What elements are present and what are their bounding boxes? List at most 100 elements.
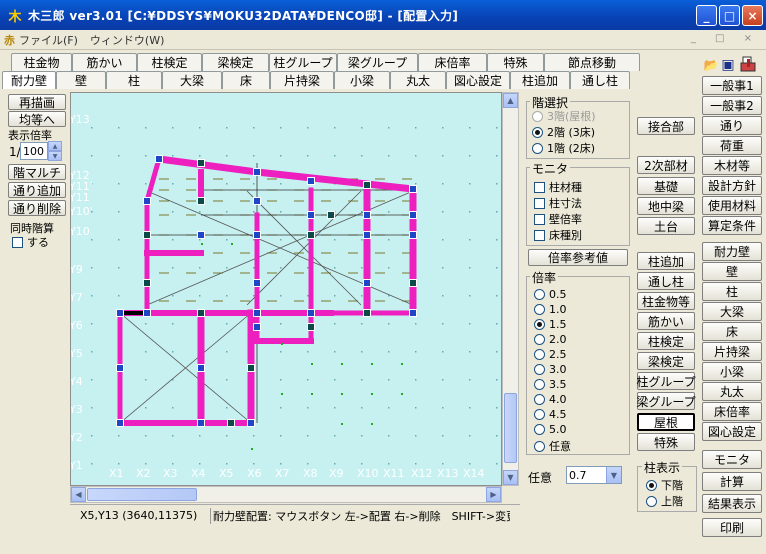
- column-display-option-0[interactable]: 下階: [646, 477, 683, 493]
- right-button-15[interactable]: 丸太: [702, 382, 762, 401]
- mid-button-4[interactable]: 土台: [637, 217, 695, 235]
- right-button-0[interactable]: 一般事1: [702, 76, 762, 95]
- right-button-21[interactable]: 印刷: [702, 518, 762, 537]
- mid-button-7[interactable]: 柱金物等: [637, 292, 695, 310]
- ratio-reference-button[interactable]: 倍率参考値: [528, 249, 628, 266]
- monitor-option-2[interactable]: 壁倍率: [534, 211, 582, 227]
- floor-multi-button[interactable]: 階マルチ: [8, 164, 66, 180]
- tab2-4[interactable]: 床: [222, 71, 270, 89]
- right-button-10[interactable]: 柱: [702, 282, 762, 301]
- tab-6[interactable]: 床倍率: [418, 53, 487, 71]
- right-button-12[interactable]: 床: [702, 322, 762, 341]
- mid-button-6[interactable]: 通し柱: [637, 272, 695, 290]
- mid-button-14[interactable]: 特殊: [637, 433, 695, 451]
- mid-button-1[interactable]: 2次部材: [637, 156, 695, 174]
- mid-button-5[interactable]: 柱追加: [637, 252, 695, 270]
- tab2-7[interactable]: 丸太: [390, 71, 446, 89]
- ratio-option-5[interactable]: 3.0: [534, 363, 567, 376]
- horizontal-scrollbar[interactable]: ◀ ▶: [70, 486, 502, 503]
- column-display-option-1[interactable]: 上階: [646, 493, 683, 509]
- mid-button-8[interactable]: 筋かい: [637, 312, 695, 330]
- right-button-1[interactable]: 一般事2: [702, 96, 762, 115]
- vertical-scroll-thumb[interactable]: [504, 393, 517, 463]
- right-button-3[interactable]: 荷重: [702, 136, 762, 155]
- maximize-button[interactable]: □: [719, 5, 740, 26]
- print-icon[interactable]: [737, 55, 759, 75]
- scale-up-icon[interactable]: ▲: [48, 141, 62, 151]
- tab2-0[interactable]: 耐力壁: [2, 71, 56, 89]
- scroll-down-icon[interactable]: ▼: [503, 470, 518, 485]
- tab-4[interactable]: 柱グループ: [269, 53, 337, 71]
- vertical-scrollbar[interactable]: ▲ ▼: [502, 92, 519, 486]
- scroll-up-icon[interactable]: ▲: [503, 93, 518, 108]
- floor-option-1[interactable]: 2階 (3床): [532, 124, 595, 140]
- right-button-20[interactable]: 結果表示: [702, 494, 762, 513]
- mid-button-9[interactable]: 柱検定: [637, 332, 695, 350]
- mid-button-10[interactable]: 梁検定: [637, 352, 695, 370]
- tab2-8[interactable]: 図心設定: [446, 71, 510, 89]
- ratio-option-9[interactable]: 5.0: [534, 423, 567, 436]
- tab2-9[interactable]: 柱追加: [510, 71, 570, 89]
- tab2-6[interactable]: 小梁: [334, 71, 390, 89]
- tab-2[interactable]: 柱検定: [137, 53, 202, 71]
- right-button-5[interactable]: 設計方針: [702, 176, 762, 195]
- tab2-3[interactable]: 大梁: [162, 71, 222, 89]
- tab-7[interactable]: 特殊: [487, 53, 544, 71]
- right-button-9[interactable]: 壁: [702, 262, 762, 281]
- minimize-button[interactable]: _: [696, 5, 717, 26]
- ratio-option-6[interactable]: 3.5: [534, 378, 567, 391]
- tab-8[interactable]: 節点移動: [544, 53, 640, 71]
- ratio-option-7[interactable]: 4.0: [534, 393, 567, 406]
- tab-1[interactable]: 筋かい: [72, 53, 137, 71]
- ratio-option-4[interactable]: 2.5: [534, 348, 567, 361]
- ratio-option-1[interactable]: 1.0: [534, 303, 567, 316]
- floor-plan-svg[interactable]: Y13Y12Y11'Y11Y10'Y10Y9Y7Y6Y5Y4Y3Y2Y1X1X2…: [71, 93, 502, 486]
- mid-button-2[interactable]: 基礎: [637, 177, 695, 195]
- mid-button-13[interactable]: 屋根: [637, 413, 695, 431]
- tab2-2[interactable]: 柱: [106, 71, 162, 89]
- scale-input[interactable]: 100: [20, 142, 48, 160]
- mid-button-11[interactable]: 柱グループ: [636, 372, 696, 390]
- add-line-button[interactable]: 通り追加: [8, 182, 66, 198]
- arbitrary-ratio-select[interactable]: 0.7 ▼: [566, 466, 622, 484]
- right-button-13[interactable]: 片持梁: [702, 342, 762, 361]
- dropdown-icon[interactable]: ▼: [606, 467, 621, 483]
- delete-line-button[interactable]: 通り削除: [8, 200, 66, 216]
- monitor-option-3[interactable]: 床種別: [534, 227, 582, 243]
- tab2-1[interactable]: 壁: [56, 71, 106, 89]
- menu-file[interactable]: ファイル(F): [19, 32, 78, 48]
- floor-option-2[interactable]: 1階 (2床): [532, 140, 595, 156]
- tab2-5[interactable]: 片持梁: [270, 71, 334, 89]
- right-button-2[interactable]: 通り: [702, 116, 762, 135]
- save-icon[interactable]: ▣: [720, 57, 736, 73]
- monitor-option-1[interactable]: 柱寸法: [534, 195, 582, 211]
- redraw-button[interactable]: 再描画: [8, 94, 66, 110]
- simultaneous-check[interactable]: する: [12, 234, 49, 250]
- tab-0[interactable]: 柱金物: [11, 53, 72, 71]
- right-button-14[interactable]: 小梁: [702, 362, 762, 381]
- mdi-controls[interactable]: _ □ ×: [691, 33, 760, 44]
- tab-5[interactable]: 梁グループ: [337, 53, 418, 71]
- right-button-8[interactable]: 耐力壁: [702, 242, 762, 261]
- right-button-11[interactable]: 大梁: [702, 302, 762, 321]
- folder-open-icon[interactable]: 📂: [703, 57, 719, 73]
- right-button-16[interactable]: 床倍率: [702, 402, 762, 421]
- equal-button[interactable]: 均等へ: [8, 111, 66, 127]
- right-button-6[interactable]: 使用材料: [702, 196, 762, 215]
- ratio-option-3[interactable]: 2.0: [534, 333, 567, 346]
- right-button-4[interactable]: 木材等: [702, 156, 762, 175]
- menu-window[interactable]: ウィンドウ(W): [90, 32, 164, 48]
- mid-button-3[interactable]: 地中梁: [637, 197, 695, 215]
- monitor-option-0[interactable]: 柱材種: [534, 179, 582, 195]
- horizontal-scroll-thumb[interactable]: [87, 488, 197, 501]
- floor-plan-canvas[interactable]: Y13Y12Y11'Y11Y10'Y10Y9Y7Y6Y5Y4Y3Y2Y1X1X2…: [70, 92, 502, 486]
- scroll-left-icon[interactable]: ◀: [71, 487, 86, 502]
- close-button[interactable]: ×: [742, 5, 763, 26]
- scale-down-icon[interactable]: ▼: [48, 151, 62, 161]
- ratio-option-2[interactable]: 1.5: [534, 318, 567, 331]
- right-button-17[interactable]: 図心設定: [702, 422, 762, 441]
- ratio-option-10[interactable]: 任意: [534, 438, 571, 454]
- scroll-right-icon[interactable]: ▶: [486, 487, 501, 502]
- tab2-10[interactable]: 通し柱: [570, 71, 630, 89]
- right-button-7[interactable]: 算定条件: [702, 216, 762, 235]
